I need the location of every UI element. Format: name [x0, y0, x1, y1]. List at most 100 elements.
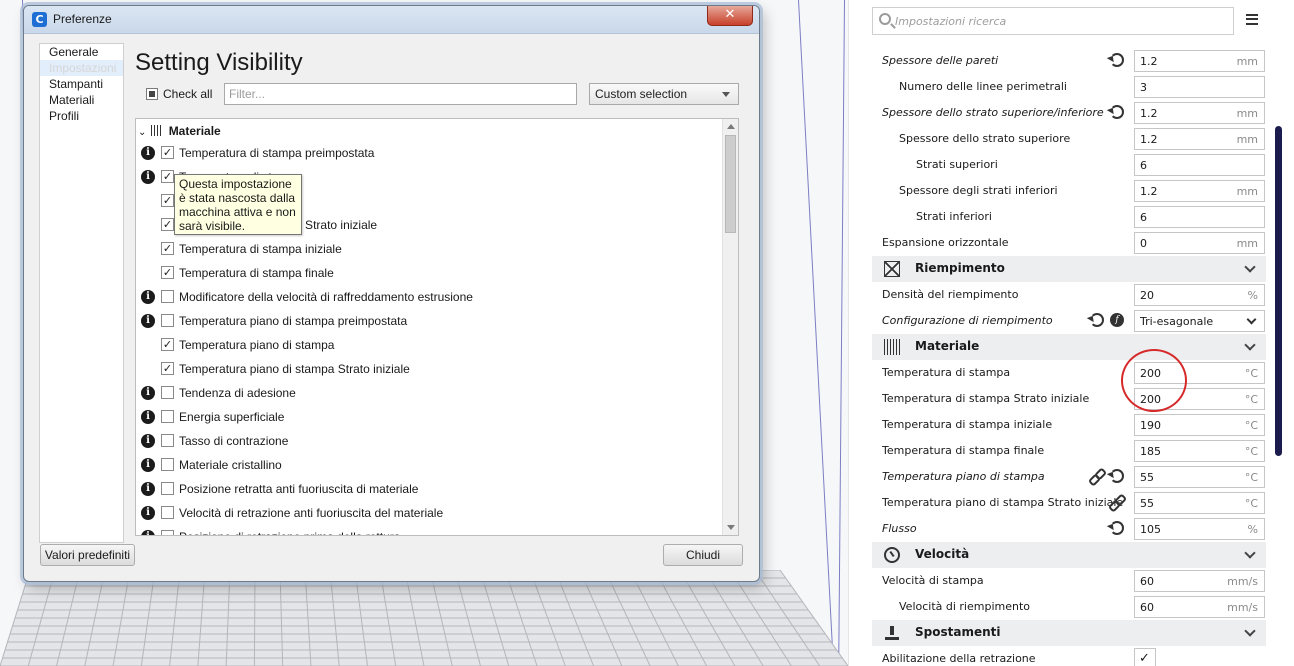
- chevron-down-icon[interactable]: [1244, 339, 1256, 351]
- info-icon[interactable]: i: [141, 170, 155, 184]
- visibility-checkbox[interactable]: ✓: [161, 146, 174, 159]
- category-riempimento[interactable]: Riempimento: [872, 256, 1266, 282]
- visibility-row[interactable]: i Temperatura piano di stampa preimpostat…: [136, 311, 721, 331]
- reset-icon[interactable]: [1090, 313, 1104, 327]
- setting-value: 3: [1140, 81, 1147, 94]
- info-icon[interactable]: i: [141, 434, 155, 448]
- setting-input[interactable]: 55 °C: [1134, 492, 1265, 514]
- visibility-checkbox[interactable]: [161, 434, 174, 447]
- visibility-row[interactable]: ✓ Temperatura di stampa finale: [136, 263, 721, 283]
- visibility-checkbox[interactable]: [161, 530, 174, 535]
- visibility-checkbox[interactable]: [161, 482, 174, 495]
- setting-input[interactable]: 3: [1134, 76, 1265, 98]
- reset-icon[interactable]: [1110, 105, 1124, 119]
- setting-input[interactable]: 1.2 mm: [1134, 180, 1265, 202]
- setting-row: Velocità di stampa 60 mm/s: [882, 568, 1266, 594]
- visibility-row[interactable]: i Posizione retratta anti fuoriuscita di …: [136, 479, 721, 499]
- visibility-row[interactable]: i ✓ Temperatura di stampa preimpostata: [136, 143, 721, 163]
- reset-icon[interactable]: [1110, 521, 1124, 535]
- info-icon[interactable]: i: [141, 506, 155, 520]
- visibility-preset-select[interactable]: Custom selection: [589, 83, 739, 105]
- visibility-checkbox[interactable]: [161, 314, 174, 327]
- list-scrollbar[interactable]: [722, 119, 738, 535]
- link-icon[interactable]: [1110, 496, 1122, 508]
- visibility-row[interactable]: i Posizione di retrazione prima della rot…: [136, 527, 721, 535]
- visibility-checkbox[interactable]: ✓: [161, 338, 174, 351]
- info-icon[interactable]: i: [141, 386, 155, 400]
- setting-unit: mm: [1236, 237, 1258, 250]
- reset-icon[interactable]: [1110, 469, 1124, 483]
- panel-scrollbar[interactable]: [1275, 126, 1282, 456]
- chevron-down-icon[interactable]: [1244, 547, 1256, 559]
- setting-input[interactable]: 0 mm: [1134, 232, 1265, 254]
- scroll-up-icon[interactable]: [727, 124, 735, 129]
- nav-item-profili[interactable]: Profili: [40, 108, 123, 124]
- nav-item-impostazioni[interactable]: Impostazioni: [40, 60, 123, 76]
- filter-input[interactable]: [224, 83, 577, 105]
- setting-input[interactable]: 20%: [1134, 284, 1265, 306]
- visibility-row[interactable]: ✓ Temperatura piano di stampa: [136, 335, 721, 355]
- dialog-titlebar[interactable]: C Preferenze ✕: [24, 6, 759, 34]
- info-icon[interactable]: i: [141, 314, 155, 328]
- setting-input[interactable]: 1.2 mm: [1134, 128, 1265, 150]
- function-icon[interactable]: f: [1110, 313, 1124, 327]
- setting-input[interactable]: 105%: [1134, 518, 1265, 540]
- category-materiale[interactable]: Materiale: [872, 334, 1266, 360]
- nav-item-generale[interactable]: Generale: [40, 44, 123, 60]
- category-header-materiale[interactable]: ⌄ Materiale: [138, 123, 221, 139]
- visibility-row[interactable]: ✓ Temperatura piano di stampa Strato iniz…: [136, 359, 721, 379]
- visibility-row[interactable]: i Materiale cristallino: [136, 455, 721, 475]
- menu-icon[interactable]: [1246, 14, 1258, 25]
- setting-input[interactable]: 60 mm/s: [1134, 570, 1265, 592]
- nav-item-stampanti[interactable]: Stampanti: [40, 76, 123, 92]
- visibility-checkbox[interactable]: [161, 458, 174, 471]
- setting-checkbox[interactable]: ✓: [1134, 648, 1156, 666]
- visibility-checkbox[interactable]: ✓: [161, 218, 174, 231]
- visibility-checkbox[interactable]: [161, 506, 174, 519]
- info-icon[interactable]: i: [141, 290, 155, 304]
- reset-icon[interactable]: [1110, 53, 1124, 67]
- chevron-down-icon[interactable]: [1244, 261, 1256, 273]
- visibility-checkbox[interactable]: ✓: [161, 194, 174, 207]
- visibility-checkbox[interactable]: [161, 386, 174, 399]
- setting-select[interactable]: Tri-esagonale: [1134, 310, 1265, 332]
- search-input[interactable]: Impostazioni ricerca: [872, 7, 1234, 35]
- visibility-row[interactable]: i Energia superficiale: [136, 407, 721, 427]
- info-icon[interactable]: i: [141, 410, 155, 424]
- visibility-checkbox[interactable]: ✓: [161, 362, 174, 375]
- chevron-down-icon[interactable]: [1244, 625, 1256, 637]
- info-icon[interactable]: i: [141, 146, 155, 160]
- visibility-row[interactable]: i Tasso di contrazione: [136, 431, 721, 451]
- visibility-checkbox[interactable]: [161, 410, 174, 423]
- visibility-row[interactable]: i Tendenza di adesione: [136, 383, 721, 403]
- visibility-row[interactable]: i Modificatore della velocità di raffredd…: [136, 287, 721, 307]
- setting-input[interactable]: 185 °C: [1134, 440, 1265, 462]
- visibility-checkbox[interactable]: ✓: [161, 242, 174, 255]
- category-velocità[interactable]: Velocità: [872, 542, 1266, 568]
- nav-item-materiali[interactable]: Materiali: [40, 92, 123, 108]
- scroll-down-icon[interactable]: [727, 525, 735, 530]
- info-icon[interactable]: i: [141, 458, 155, 472]
- link-icon[interactable]: [1090, 470, 1102, 482]
- info-icon[interactable]: i: [141, 482, 155, 496]
- visibility-checkbox[interactable]: ✓: [161, 170, 174, 183]
- close-icon[interactable]: ✕: [707, 6, 753, 26]
- setting-input[interactable]: 1.2 mm: [1134, 102, 1265, 124]
- setting-input[interactable]: 6: [1134, 154, 1265, 176]
- visibility-checkbox[interactable]: [161, 290, 174, 303]
- category-spostamenti[interactable]: Spostamenti: [872, 620, 1266, 646]
- setting-input[interactable]: 60 mm/s: [1134, 596, 1265, 618]
- visibility-checkbox[interactable]: ✓: [161, 266, 174, 279]
- setting-input[interactable]: 6: [1134, 206, 1265, 228]
- visibility-row[interactable]: ✓ Temperatura di stampa iniziale: [136, 239, 721, 259]
- scroll-thumb[interactable]: [725, 135, 736, 233]
- setting-input[interactable]: 190 °C: [1134, 414, 1265, 436]
- setting-input[interactable]: 1.2 mm: [1134, 50, 1265, 72]
- setting-input[interactable]: 55 °C: [1134, 466, 1265, 488]
- info-icon[interactable]: i: [141, 530, 155, 535]
- visibility-row[interactable]: i Velocità di retrazione anti fuoriuscita…: [136, 503, 721, 523]
- check-all-box[interactable]: [146, 88, 158, 100]
- check-all-checkbox[interactable]: Check all: [146, 86, 212, 104]
- close-button[interactable]: Chiudi: [663, 544, 743, 566]
- defaults-button[interactable]: Valori predefiniti: [40, 544, 135, 566]
